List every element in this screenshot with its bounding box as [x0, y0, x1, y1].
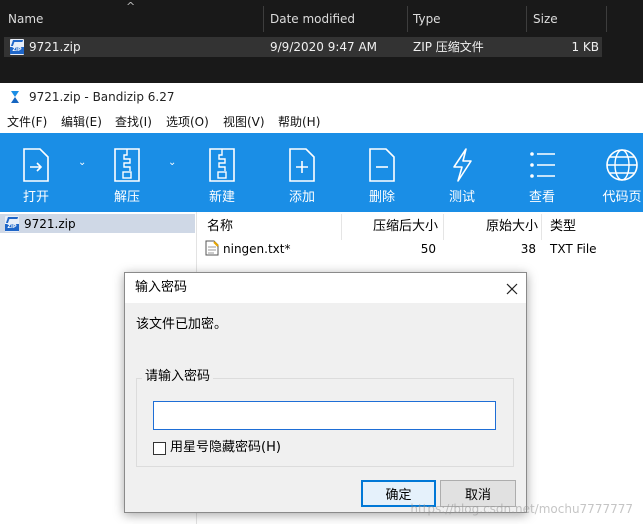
- add-label: 添加: [288, 190, 315, 205]
- extract-button[interactable]: 解压: [97, 133, 157, 212]
- password-input[interactable]: [153, 401, 496, 430]
- column-divider[interactable]: [443, 214, 444, 240]
- codepage-label: 代码页: [602, 190, 642, 205]
- new-archive-icon: [209, 148, 235, 182]
- list-file-compressed: 50: [420, 242, 436, 256]
- delete-label: 删除: [368, 190, 395, 205]
- text-file-icon: [205, 240, 219, 256]
- column-divider[interactable]: [263, 6, 264, 32]
- column-header-date[interactable]: Date modified: [270, 8, 355, 30]
- list-header-compressed[interactable]: 压缩后大小: [373, 218, 438, 236]
- column-header-size[interactable]: Size: [533, 8, 558, 30]
- column-divider[interactable]: [606, 6, 607, 32]
- explorer-pane: ^ Name Date modified Type Size ZIP 9721.…: [0, 0, 643, 83]
- list-header-original[interactable]: 原始大小: [486, 218, 538, 236]
- open-dropdown-chevron-icon[interactable]: ⌄: [78, 157, 86, 168]
- list-header-name[interactable]: 名称: [207, 218, 233, 236]
- watermark-text: https://blog.csdn.net/mochu7777777: [410, 502, 633, 516]
- lightning-icon: [453, 148, 472, 182]
- test-label: 测试: [448, 190, 475, 205]
- list-view-icon: [530, 152, 555, 178]
- column-divider[interactable]: [526, 6, 527, 32]
- column-header-type[interactable]: Type: [413, 8, 441, 30]
- globe-icon: [606, 149, 638, 181]
- menu-file[interactable]: 文件(F): [7, 114, 47, 130]
- menu-edit[interactable]: 编辑(E): [61, 114, 102, 130]
- sort-ascending-icon: ^: [126, 0, 136, 13]
- column-divider[interactable]: [341, 214, 342, 240]
- add-file-icon: [289, 148, 315, 182]
- extract-zip-icon: [114, 148, 140, 182]
- dialog-title: 输入密码: [135, 280, 188, 295]
- test-button[interactable]: 测试: [432, 133, 492, 212]
- bandizip-logo-icon: [11, 91, 19, 103]
- open-label: 打开: [22, 190, 49, 205]
- file-type: ZIP 压缩文件: [413, 40, 484, 54]
- delete-button[interactable]: 删除: [352, 133, 412, 212]
- extract-label: 解压: [113, 190, 140, 205]
- menu-find[interactable]: 查找(I): [115, 114, 152, 130]
- list-header-type[interactable]: 类型: [550, 218, 576, 236]
- view-button[interactable]: 查看: [512, 133, 572, 212]
- list-file-original: 38: [520, 242, 536, 256]
- file-name: 9721.zip: [29, 40, 81, 54]
- view-label: 查看: [528, 190, 555, 205]
- menu-view[interactable]: 视图(V): [223, 114, 265, 130]
- open-icon: [23, 148, 49, 182]
- new-archive-button[interactable]: 新建: [192, 133, 252, 212]
- open-button[interactable]: 打开: [6, 133, 66, 212]
- add-button[interactable]: 添加: [272, 133, 332, 212]
- extract-dropdown-chevron-icon[interactable]: ⌄: [168, 157, 176, 168]
- file-date: 9/9/2020 9:47 AM: [270, 40, 378, 54]
- column-header-name[interactable]: Name: [8, 8, 43, 30]
- menu-options[interactable]: 选项(O): [166, 114, 209, 130]
- tree-item-label: 9721.zip: [24, 217, 76, 231]
- window-title: 9721.zip - Bandizip 6.27: [29, 90, 175, 104]
- zip-file-icon: ZIP: [9, 39, 25, 55]
- hide-password-checkbox[interactable]: [153, 442, 166, 455]
- list-file-name: ningen.txt*: [223, 242, 291, 256]
- column-divider[interactable]: [407, 6, 408, 32]
- zip-file-icon: ZIP: [4, 216, 20, 232]
- new-archive-label: 新建: [208, 190, 235, 205]
- password-group-label: 请输入密码: [142, 369, 214, 385]
- close-icon[interactable]: [502, 279, 522, 299]
- password-dialog: 输入密码 该文件已加密。 请输入密码 用星号隐藏密码(H) 确定 取消: [124, 272, 527, 513]
- delete-file-icon: [369, 148, 395, 182]
- hide-password-label[interactable]: 用星号隐藏密码(H): [170, 440, 281, 456]
- column-divider[interactable]: [541, 214, 542, 240]
- encrypted-message: 该文件已加密。: [136, 317, 228, 332]
- file-size: 1 KB: [571, 40, 599, 54]
- list-file-type: TXT File: [550, 242, 597, 256]
- codepage-button[interactable]: 代码页: [592, 133, 643, 212]
- toolbar: 打开 ⌄ 解压 ⌄ 新建 添加 删除 测试 查看 代码页: [0, 133, 643, 212]
- menu-help[interactable]: 帮助(H): [278, 114, 320, 130]
